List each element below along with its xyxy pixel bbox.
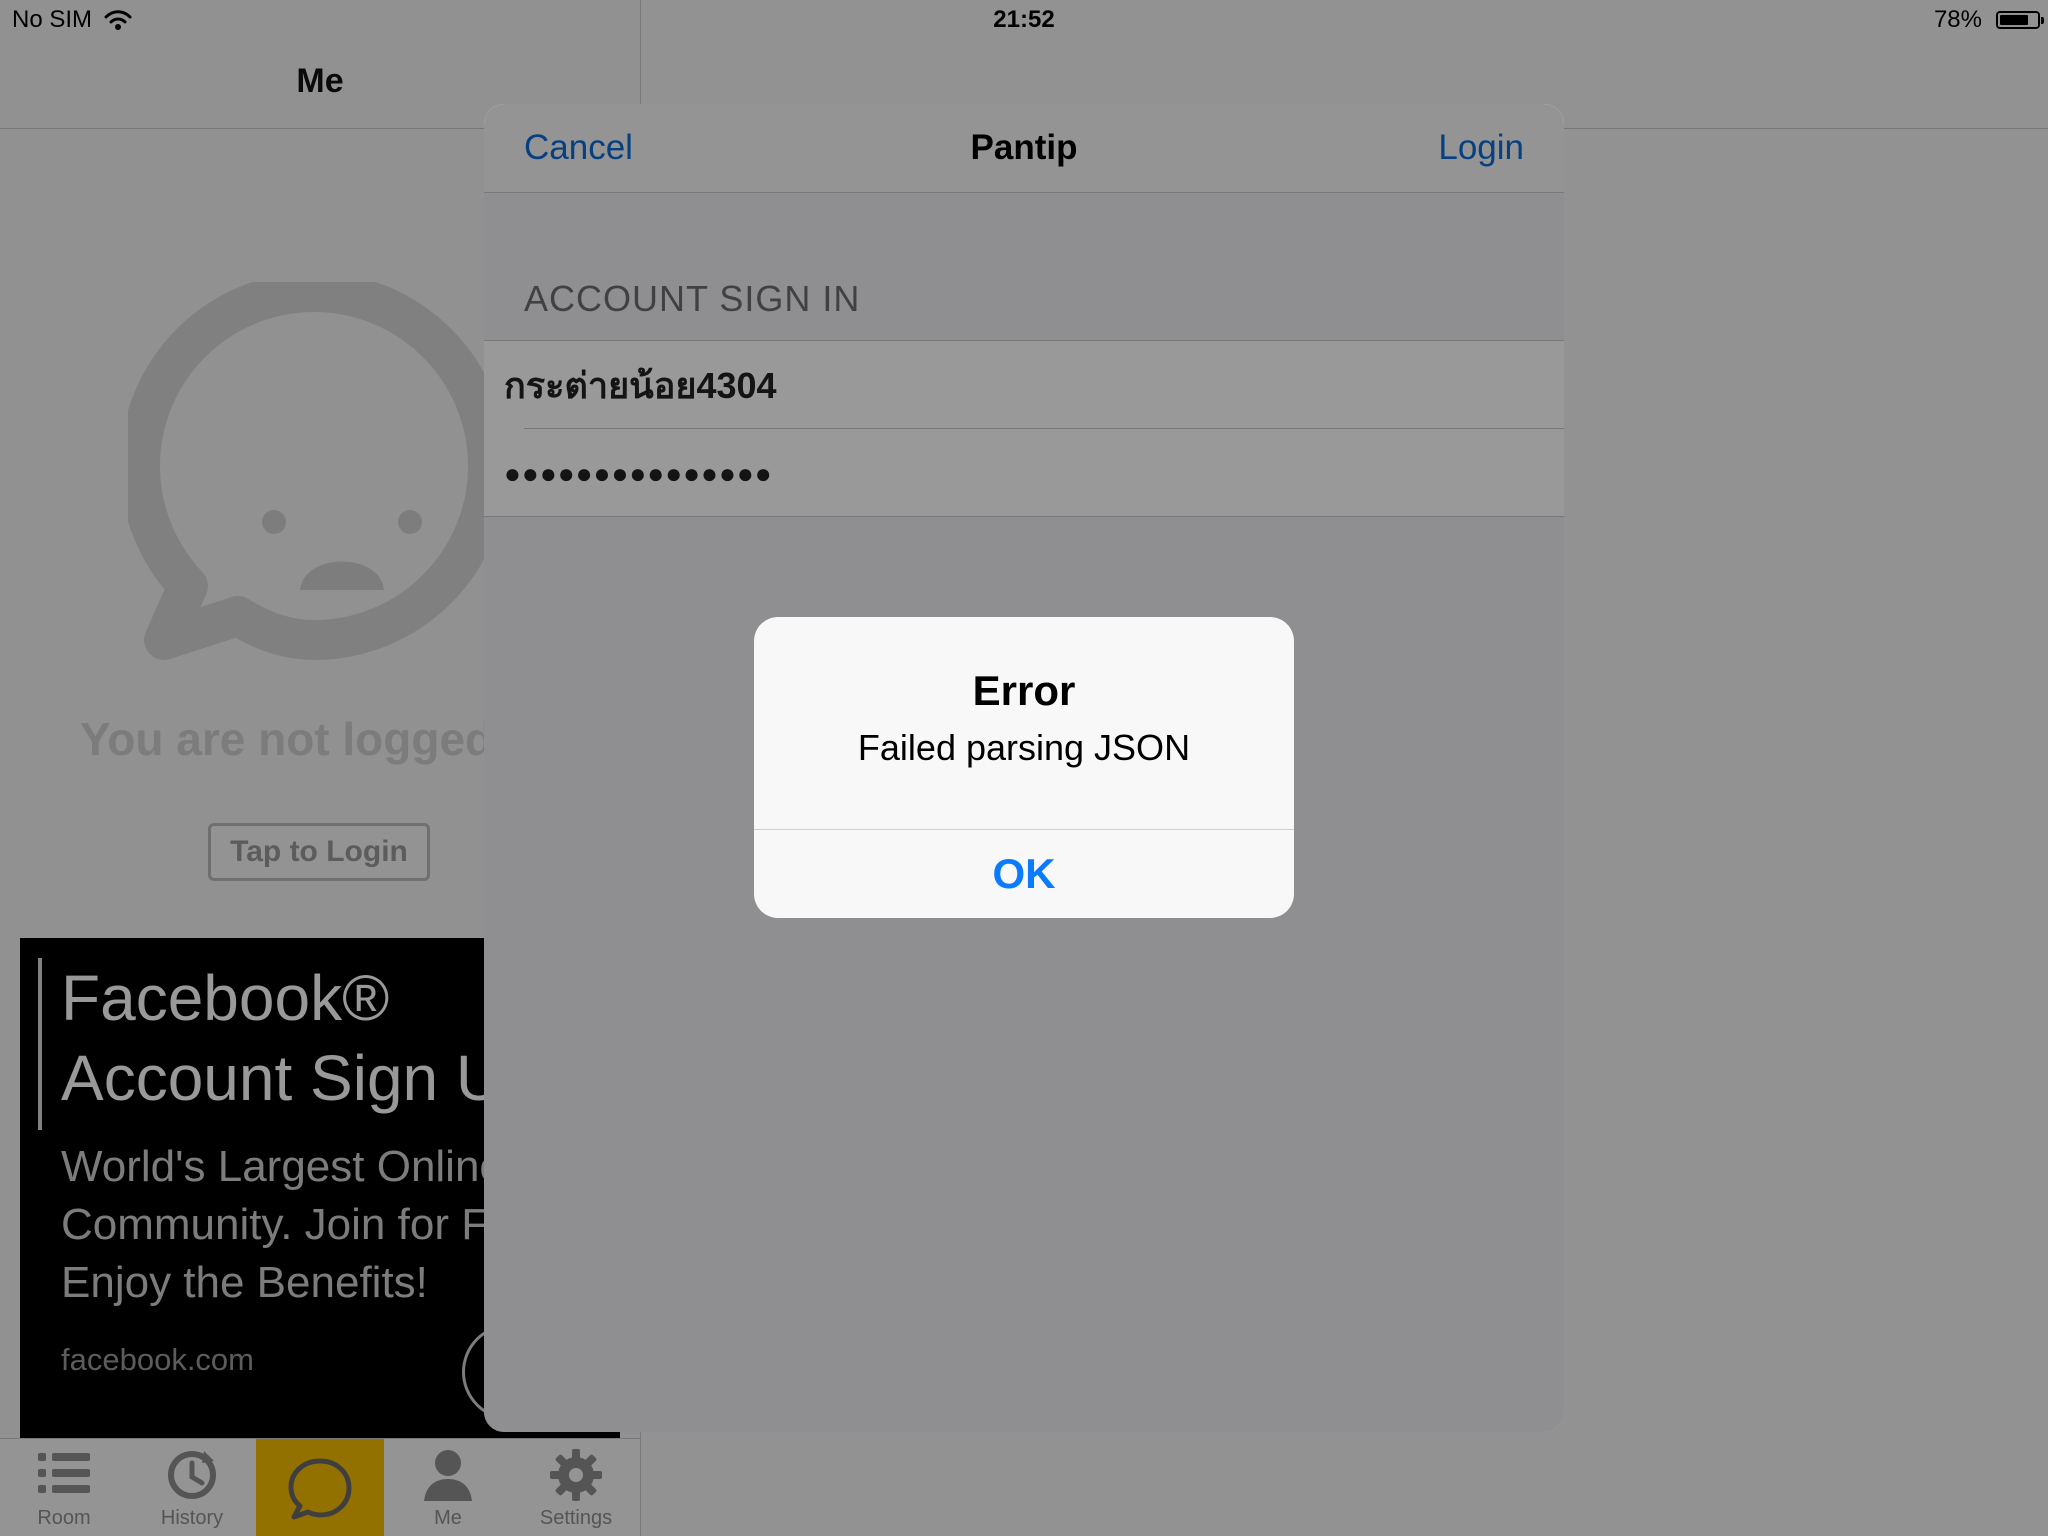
- alert-message: Failed parsing JSON: [857, 727, 1191, 768]
- ok-button[interactable]: OK: [754, 830, 1294, 918]
- error-alert: Error Failed parsing JSON OK: [754, 617, 1294, 918]
- alert-title: Error: [972, 667, 1076, 714]
